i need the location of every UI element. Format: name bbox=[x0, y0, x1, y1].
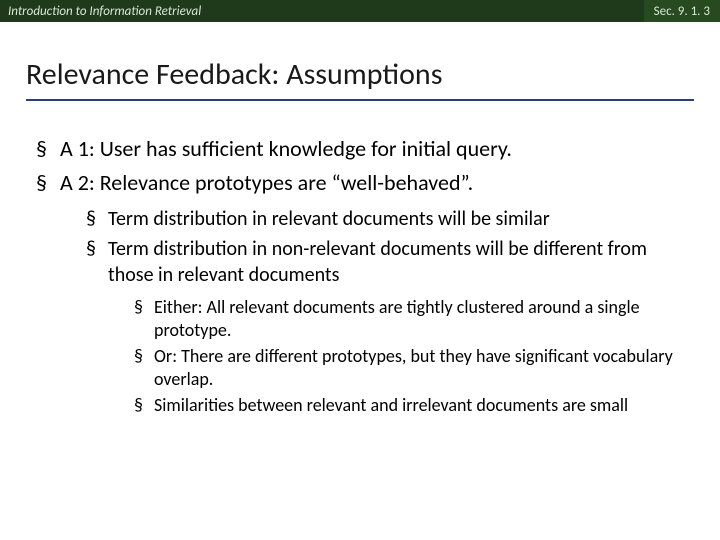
sub-bullet-2: Term distribution in non-relevant docume… bbox=[86, 237, 684, 417]
course-title: Introduction to Information Retrieval bbox=[8, 4, 201, 19]
subsub-bullet-3: Similarities between relevant and irrele… bbox=[134, 394, 684, 417]
title-area: Relevance Feedback: Assumptions bbox=[0, 22, 720, 111]
slide-title: Relevance Feedback: Assumptions bbox=[26, 56, 694, 93]
section-label: Sec. 9. 1. 3 bbox=[644, 0, 720, 22]
slide: Introduction to Information Retrieval Se… bbox=[0, 0, 720, 540]
header-bar: Introduction to Information Retrieval Se… bbox=[0, 0, 720, 22]
sub-list: Term distribution in relevant documents … bbox=[86, 207, 684, 416]
content-area: A 1: User has sufficient knowledge for i… bbox=[0, 111, 720, 417]
subsub-bullet-2: Or: There are different prototypes, but … bbox=[134, 345, 684, 390]
bullet-a1: A 1: User has sufficient knowledge for i… bbox=[36, 135, 684, 163]
sub-bullet-2-text: Term distribution in non-relevant docume… bbox=[108, 237, 647, 287]
subsub-bullet-1: Either: All relevant documents are tight… bbox=[134, 296, 684, 341]
bullet-list: A 1: User has sufficient knowledge for i… bbox=[36, 135, 684, 417]
subsub-list: Either: All relevant documents are tight… bbox=[134, 296, 684, 417]
bullet-a2-text: A 2: Relevance prototypes are “well-beha… bbox=[60, 169, 473, 196]
sub-bullet-1: Term distribution in relevant documents … bbox=[86, 207, 684, 233]
title-underline bbox=[26, 99, 694, 101]
bullet-a2: A 2: Relevance prototypes are “well-beha… bbox=[36, 169, 684, 416]
